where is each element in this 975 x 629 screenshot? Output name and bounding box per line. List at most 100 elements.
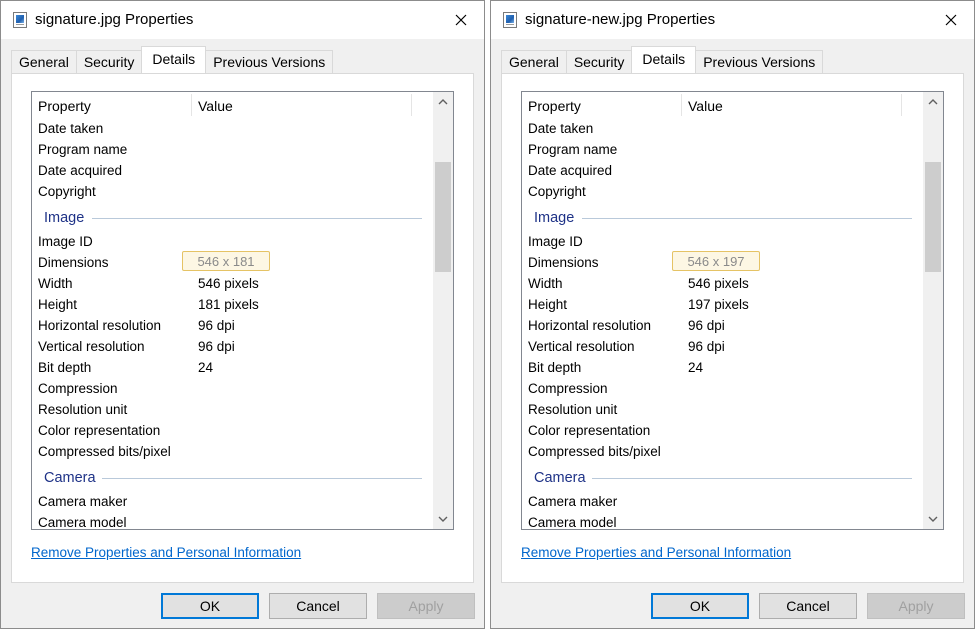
property-name: Copyright	[38, 184, 96, 199]
properties-list[interactable]: Property Value Date taken Program name D…	[31, 91, 454, 530]
property-name: Horizontal resolution	[528, 318, 652, 333]
list-item[interactable]: Width 546 pixels	[522, 273, 922, 294]
title-bar[interactable]: signature-new.jpg Properties	[491, 1, 974, 39]
scrollbar-thumb[interactable]	[925, 162, 941, 272]
list-item[interactable]: Camera maker	[32, 491, 432, 512]
list-item[interactable]: Compression	[32, 378, 432, 399]
list-item[interactable]: Copyright	[522, 181, 922, 202]
scroll-up-button[interactable]	[433, 92, 453, 112]
list-item[interactable]: Compressed bits/pixel	[32, 441, 432, 462]
cancel-button[interactable]: Cancel	[269, 593, 367, 619]
property-name: Width	[38, 276, 73, 291]
title-bar[interactable]: signature.jpg Properties	[1, 1, 484, 39]
apply-button[interactable]: Apply	[377, 593, 475, 619]
list-item[interactable]: Bit depth 24	[32, 357, 432, 378]
scroll-down-button[interactable]	[433, 509, 453, 529]
tab-security[interactable]: Security	[565, 50, 633, 73]
property-name: Program name	[528, 142, 618, 157]
remove-properties-link[interactable]: Remove Properties and Personal Informati…	[31, 545, 301, 560]
list-item[interactable]: Camera model	[32, 512, 432, 529]
tab-details[interactable]: Details	[141, 46, 207, 73]
image-file-icon	[503, 12, 517, 28]
scroll-up-arrow-icon	[928, 99, 938, 105]
details-panel: Property Value Date taken Program name D…	[501, 73, 964, 583]
ok-button[interactable]: OK	[651, 593, 749, 619]
tab-security[interactable]: Security	[75, 50, 143, 73]
property-name: Resolution unit	[38, 402, 128, 417]
property-value: 24	[688, 360, 704, 375]
list-item[interactable]: Dimensions 546 x 181	[32, 251, 432, 273]
property-name: Compressed bits/pixel	[38, 444, 171, 459]
scroll-down-button[interactable]	[923, 509, 943, 529]
column-header-property[interactable]: Property	[528, 98, 581, 114]
list-item[interactable]: Program name	[522, 139, 922, 160]
list-item[interactable]: Date acquired	[522, 160, 922, 181]
list-item[interactable]: Resolution unit	[522, 399, 922, 420]
column-divider[interactable]	[681, 94, 682, 116]
list-item[interactable]: Image ID	[32, 231, 432, 252]
column-divider[interactable]	[191, 94, 192, 116]
close-button[interactable]	[928, 1, 974, 39]
list-item[interactable]: Horizontal resolution 96 dpi	[522, 315, 922, 336]
list-item[interactable]: Color representation	[32, 420, 432, 441]
property-name: Resolution unit	[528, 402, 618, 417]
list-item[interactable]: Color representation	[522, 420, 922, 441]
column-divider[interactable]	[411, 94, 412, 116]
property-name: Compression	[528, 381, 608, 396]
property-name: Copyright	[528, 184, 586, 199]
list-item[interactable]: Height 197 pixels	[522, 294, 922, 315]
list-item[interactable]: Width 546 pixels	[32, 273, 432, 294]
ok-button[interactable]: OK	[161, 593, 259, 619]
dimensions-value-field[interactable]: 546 x 197	[672, 251, 760, 271]
list-item[interactable]: Vertical resolution 96 dpi	[32, 336, 432, 357]
remove-properties-link[interactable]: Remove Properties and Personal Informati…	[521, 545, 791, 560]
list-item[interactable]: Camera maker	[522, 491, 922, 512]
column-header-value[interactable]: Value	[688, 98, 723, 114]
scroll-up-button[interactable]	[923, 92, 943, 112]
property-name: Color representation	[38, 423, 161, 438]
group-title: Image	[534, 206, 581, 230]
properties-list[interactable]: Property Value Date taken Program name D…	[521, 91, 944, 530]
property-name: Dimensions	[38, 255, 109, 270]
list-item[interactable]: Resolution unit	[32, 399, 432, 420]
vertical-scrollbar[interactable]	[923, 92, 943, 529]
list-item[interactable]: Camera model	[522, 512, 922, 529]
property-name: Date acquired	[528, 163, 613, 178]
apply-button[interactable]: Apply	[867, 593, 965, 619]
property-value: 96 dpi	[198, 318, 235, 333]
tab-general[interactable]: General	[501, 50, 567, 73]
tab-details[interactable]: Details	[631, 46, 697, 73]
column-header-value[interactable]: Value	[198, 98, 233, 114]
tab-general[interactable]: General	[11, 50, 77, 73]
cancel-button[interactable]: Cancel	[759, 593, 857, 619]
list-item[interactable]: Copyright	[32, 181, 432, 202]
close-icon	[945, 14, 957, 26]
list-item[interactable]: Horizontal resolution 96 dpi	[32, 315, 432, 336]
list-item[interactable]: Bit depth 24	[522, 357, 922, 378]
property-name: Image ID	[38, 234, 93, 249]
column-header-property[interactable]: Property	[38, 98, 91, 114]
list-item[interactable]: Date taken	[32, 118, 432, 139]
list-item[interactable]: Date taken	[522, 118, 922, 139]
list-item[interactable]: Vertical resolution 96 dpi	[522, 336, 922, 357]
scrollbar-thumb[interactable]	[435, 162, 451, 272]
dimensions-value-field[interactable]: 546 x 181	[182, 251, 270, 271]
vertical-scrollbar[interactable]	[433, 92, 453, 529]
close-button[interactable]	[438, 1, 484, 39]
list-item[interactable]: Date acquired	[32, 160, 432, 181]
tab-previous-versions[interactable]: Previous Versions	[695, 50, 824, 73]
column-divider[interactable]	[901, 94, 902, 116]
property-name: Dimensions	[528, 255, 599, 270]
property-value: 181 pixels	[198, 297, 259, 312]
property-value: 197 pixels	[688, 297, 749, 312]
list-item[interactable]: Height 181 pixels	[32, 294, 432, 315]
list-item[interactable]: Image ID	[522, 231, 922, 252]
list-item[interactable]: Compression	[522, 378, 922, 399]
list-item[interactable]: Program name	[32, 139, 432, 160]
tab-strip: General Security Details Previous Versio…	[11, 46, 334, 73]
tab-previous-versions[interactable]: Previous Versions	[205, 50, 334, 73]
list-item[interactable]: Compressed bits/pixel	[522, 441, 922, 462]
property-value: 96 dpi	[688, 318, 725, 333]
list-item[interactable]: Dimensions 546 x 197	[522, 251, 922, 273]
list-header: Property Value	[32, 92, 432, 119]
